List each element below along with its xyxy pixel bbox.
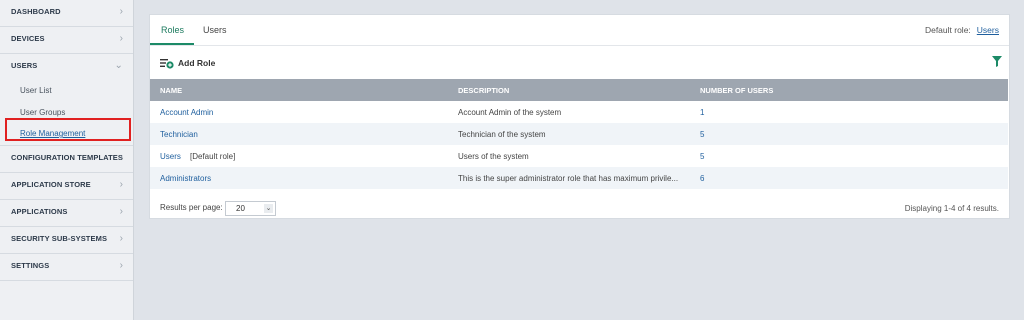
- nav-application-store-label: APPLICATION STORE: [11, 179, 91, 189]
- header-name[interactable]: NAME: [160, 86, 182, 95]
- table-header: NAME DESCRIPTION NUMBER OF USERS: [150, 79, 1008, 101]
- tab-roles[interactable]: Roles: [161, 25, 184, 35]
- nav-devices[interactable]: DEVICES ›: [0, 27, 133, 54]
- table-row[interactable]: Technician Technician of the system 5: [150, 123, 1008, 145]
- results-per-page-select[interactable]: 20 ⌄: [225, 201, 276, 216]
- roles-table: NAME DESCRIPTION NUMBER OF USERS Account…: [150, 79, 1008, 189]
- role-name-link[interactable]: Account Admin: [160, 108, 213, 117]
- role-user-count[interactable]: 5: [700, 130, 704, 139]
- filter-icon[interactable]: [992, 56, 1002, 69]
- table-row[interactable]: Administrators This is the super adminis…: [150, 167, 1008, 189]
- role-description: Users of the system: [458, 152, 529, 161]
- sidebar: DASHBOARD › DEVICES › USERS ⌄ User List …: [0, 0, 134, 320]
- role-description: Technician of the system: [458, 130, 546, 139]
- role-name-link[interactable]: Technician: [160, 130, 198, 139]
- default-role-tag: [Default role]: [190, 152, 236, 161]
- header-number-of-users[interactable]: NUMBER OF USERS: [700, 86, 773, 95]
- default-role-label: Default role:: [924, 25, 971, 35]
- chevron-right-icon: ›: [119, 33, 123, 44]
- nav-users-label: USERS: [11, 61, 38, 70]
- tab-users[interactable]: Users: [203, 25, 227, 35]
- selection-highlight: [5, 118, 131, 141]
- chevron-right-icon: ›: [119, 6, 123, 17]
- nav-configuration-templates[interactable]: CONFIGURATION TEMPLATES ›: [0, 146, 133, 173]
- add-role-button[interactable]: Add Role: [160, 58, 215, 69]
- role-user-count[interactable]: 6: [700, 174, 704, 183]
- default-role: Default role: Users: [925, 25, 999, 35]
- nav-dashboard[interactable]: DASHBOARD ›: [0, 0, 133, 27]
- results-per-page-value: 20: [236, 204, 245, 213]
- chevron-right-icon: ›: [119, 259, 123, 271]
- role-description: This is the super administrator role tha…: [458, 174, 679, 183]
- results-count: Displaying 1-4 of 4 results.: [904, 204, 999, 213]
- chevron-right-icon: ›: [119, 151, 123, 163]
- nav-settings-label: SETTINGS: [11, 260, 50, 270]
- nav-settings[interactable]: SETTINGS ›: [0, 254, 133, 281]
- nav-devices-label: DEVICES: [11, 34, 45, 43]
- add-list-icon: [160, 59, 174, 69]
- chevron-right-icon: ›: [119, 205, 123, 217]
- role-name-link[interactable]: Users: [160, 152, 181, 161]
- chevron-right-icon: ›: [119, 178, 123, 190]
- roles-panel: Roles Users Default role: Users Add Role: [149, 14, 1010, 219]
- nav-security-sub-systems[interactable]: SECURITY SUB-SYSTEMS ›: [0, 227, 133, 254]
- chevron-down-icon: ⌄: [114, 60, 123, 71]
- toolbar: Add Role: [150, 46, 1009, 76]
- role-name-link[interactable]: Administrators: [160, 174, 211, 183]
- nav-dashboard-label: DASHBOARD: [11, 7, 61, 16]
- tab-bar: Roles Users Default role: Users: [150, 15, 1009, 46]
- nav-applications-label: APPLICATIONS: [11, 206, 68, 216]
- add-role-label: Add Role: [178, 58, 216, 68]
- header-description[interactable]: DESCRIPTION: [458, 86, 509, 95]
- nav-application-store[interactable]: APPLICATION STORE ›: [0, 173, 133, 200]
- nav-users[interactable]: USERS ⌄: [0, 54, 133, 80]
- chevron-down-icon: ⌄: [264, 204, 273, 213]
- results-per-page-label: Results per page:: [160, 203, 223, 212]
- active-tab-indicator: [150, 43, 194, 45]
- default-role-link[interactable]: Users: [977, 25, 999, 35]
- nav-applications[interactable]: APPLICATIONS ›: [0, 200, 133, 227]
- role-user-count[interactable]: 1: [700, 108, 704, 117]
- sidebar-item-user-list[interactable]: User List: [0, 80, 133, 102]
- table-row[interactable]: Users [Default role] Users of the system…: [150, 145, 1008, 167]
- role-user-count[interactable]: 5: [700, 152, 704, 161]
- nav-security-sub-systems-label: SECURITY SUB-SYSTEMS: [11, 233, 108, 243]
- nav-configuration-templates-label: CONFIGURATION TEMPLATES: [11, 152, 124, 162]
- table-row[interactable]: Account Admin Account Admin of the syste…: [150, 101, 1008, 123]
- chevron-right-icon: ›: [119, 232, 123, 244]
- role-description: Account Admin of the system: [458, 108, 562, 117]
